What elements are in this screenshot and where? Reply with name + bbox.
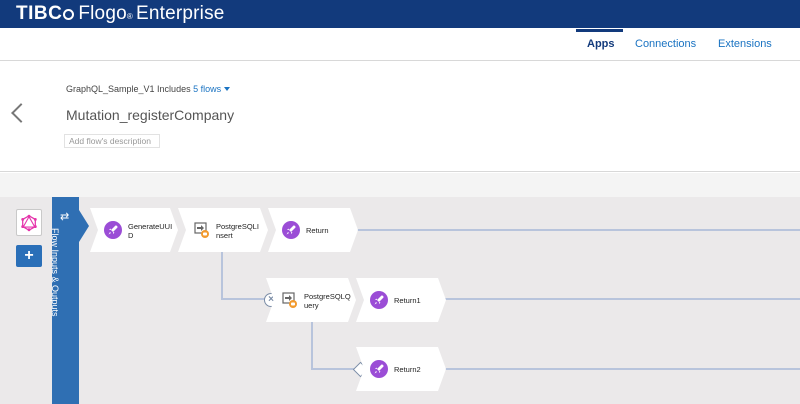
- canvas-top-strip: [0, 173, 800, 197]
- activity-label: Return1: [394, 296, 421, 305]
- brand-logo: TIBC Flogo ® Enterprise: [16, 3, 225, 25]
- flow-io-label: Flow Inputs & Outputs: [50, 228, 60, 317]
- activity-postgresql-query[interactable]: PostgreSQLQ uery: [266, 278, 356, 322]
- database-icon: [192, 219, 212, 239]
- app-breadcrumb: GraphQL_Sample_V1 Includes 5 flows: [66, 84, 231, 94]
- activity-return2[interactable]: Return2: [356, 347, 446, 391]
- brand-tibco: TIBC: [16, 3, 63, 24]
- flows-dropdown[interactable]: 5 flows: [193, 84, 231, 94]
- flow-title[interactable]: Mutation_registerCompany: [66, 107, 234, 123]
- branch-vertical-1: [221, 252, 223, 300]
- flows-count: 5 flows: [193, 84, 222, 94]
- flow-io-tab: [79, 210, 89, 242]
- brand-ring-icon: [63, 9, 75, 20]
- activity-label: Return2: [394, 365, 421, 374]
- activity-label: GenerateUUI D: [128, 222, 173, 240]
- branch2-tail-line: [444, 368, 800, 370]
- database-icon: [280, 289, 300, 309]
- graphql-trigger-button[interactable]: [16, 209, 42, 236]
- activity-return[interactable]: Return: [268, 208, 358, 252]
- add-trigger-button[interactable]: +: [16, 245, 42, 267]
- flow-description-input[interactable]: Add flow's description: [64, 134, 160, 148]
- nav-active-underline: [576, 29, 623, 32]
- back-chevron-icon[interactable]: [11, 103, 31, 123]
- rocket-icon: [370, 360, 388, 378]
- activity-postgresql-insert[interactable]: PostgreSQLI nsert: [178, 208, 268, 252]
- graphql-icon: [21, 214, 37, 231]
- branch1-tail-line: [444, 298, 800, 300]
- activity-generate-uuid[interactable]: GenerateUUI D: [90, 208, 178, 252]
- branch-vertical-2: [311, 322, 313, 370]
- swap-arrows-icon: ⇄: [60, 211, 70, 223]
- brand-registered: ®: [126, 12, 133, 21]
- main-branch-line: [356, 229, 800, 231]
- rocket-icon: [370, 291, 388, 309]
- rocket-icon: [282, 221, 300, 239]
- activity-label: Return: [306, 226, 329, 235]
- nav-apps[interactable]: Apps: [587, 38, 615, 50]
- top-bar: TIBC Flogo ® Enterprise: [0, 0, 800, 28]
- activity-return1[interactable]: Return1: [356, 278, 446, 322]
- app-name: GraphQL_Sample_V1 Includes: [66, 84, 191, 94]
- nav-extensions[interactable]: Extensions: [718, 38, 772, 50]
- flow-header: GraphQL_Sample_V1 Includes 5 flows Mutat…: [0, 62, 800, 172]
- activity-label: PostgreSQLQ uery: [304, 292, 351, 310]
- caret-down-icon: [224, 87, 231, 91]
- branch-horizontal-2: [311, 368, 357, 370]
- nav-connections[interactable]: Connections: [635, 38, 696, 50]
- brand-product: Enterprise: [135, 3, 225, 24]
- rocket-icon: [104, 221, 122, 239]
- nav-bar: Apps Connections Extensions: [0, 28, 800, 61]
- branch-horizontal-1: [221, 298, 266, 300]
- activity-label: PostgreSQLI nsert: [216, 222, 259, 240]
- brand-flogo: Flogo: [78, 3, 127, 24]
